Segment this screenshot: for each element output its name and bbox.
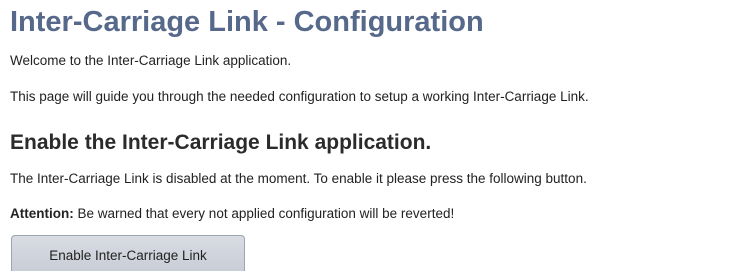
enable-inter-carriage-link-button[interactable]: Enable Inter-Carriage Link: [11, 235, 245, 271]
disabled-status-text: The Inter-Carriage Link is disabled at t…: [10, 171, 587, 186]
attention-notice: Attention: Be warned that every not appl…: [10, 205, 454, 223]
attention-text: Be warned that every not applied configu…: [73, 206, 455, 221]
enable-section-heading: Enable the Inter-Carriage Link applicati…: [10, 131, 432, 154]
page-title: Inter-Carriage Link - Configuration: [10, 6, 484, 38]
attention-label: Attention:: [10, 206, 74, 221]
guide-text: This page will guide you through the nee…: [10, 89, 589, 104]
welcome-text: Welcome to the Inter-Carriage Link appli…: [10, 53, 292, 68]
